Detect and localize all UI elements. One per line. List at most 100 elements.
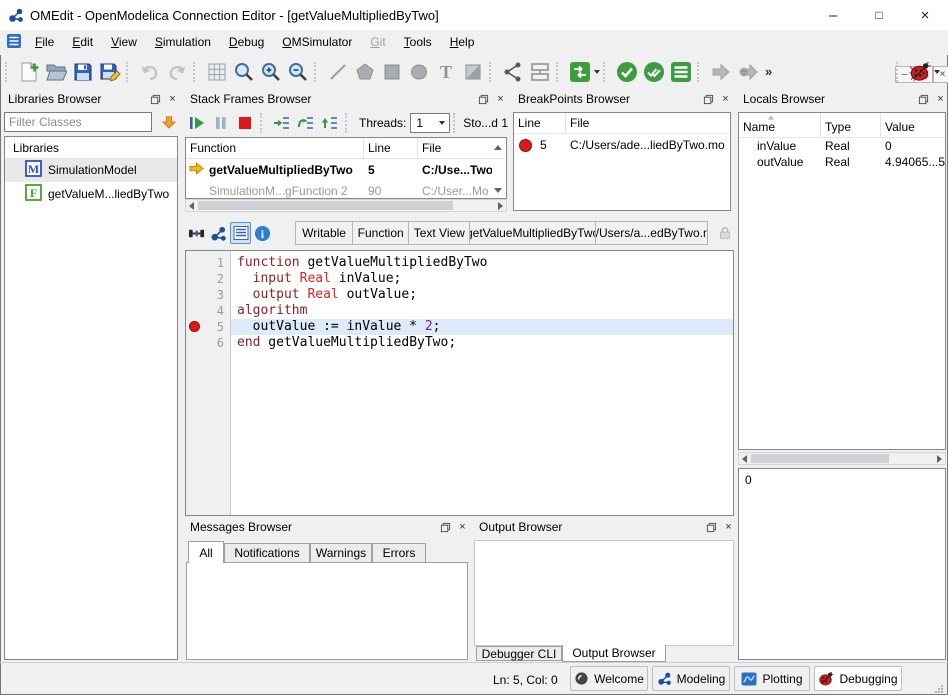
filter-options-icon[interactable] (158, 111, 180, 133)
rectangle-shape-icon[interactable] (378, 58, 405, 85)
toolbar-handle[interactable] (126, 62, 131, 82)
float-panel-icon[interactable] (704, 520, 719, 534)
close-panel-icon[interactable]: × (933, 92, 948, 106)
toolbar-handle[interactable] (5, 62, 10, 82)
scrollbar-thumb[interactable] (751, 454, 889, 463)
column-header-file[interactable]: File (418, 138, 492, 158)
scroll-right-icon[interactable] (498, 202, 503, 210)
icon-view-button[interactable] (186, 222, 208, 244)
float-panel-icon[interactable] (916, 92, 931, 106)
menu-debug[interactable]: Debug (220, 30, 273, 55)
tab-debugger-cli[interactable]: Debugger CLI (476, 646, 562, 661)
float-panel-icon[interactable] (438, 520, 453, 534)
zoom-out-button[interactable] (284, 58, 311, 85)
line-shape-icon[interactable] (324, 58, 351, 85)
interrupt-button[interactable] (209, 111, 233, 135)
close-panel-icon[interactable]: × (165, 92, 180, 106)
text-view-button[interactable] (230, 222, 252, 244)
instantiate-model-button[interactable] (667, 58, 694, 85)
close-panel-icon[interactable]: × (455, 520, 470, 534)
menu-edit[interactable]: Edit (63, 30, 102, 55)
tab-notifications[interactable]: Notifications (224, 543, 310, 563)
filter-classes-input[interactable] (4, 112, 152, 132)
threads-stopped-button[interactable]: Sto...d 1 (463, 116, 508, 130)
menu-git[interactable]: Git (361, 30, 394, 55)
float-panel-icon[interactable] (476, 92, 491, 106)
editor-gutter[interactable]: 1 2 3 4 5 6 (186, 251, 231, 515)
toolbar-handle[interactable] (603, 62, 608, 82)
tab-warnings[interactable]: Warnings (310, 543, 372, 563)
redo-icon[interactable] (163, 58, 190, 85)
perspective-debugging[interactable]: Debugging (814, 666, 902, 691)
code-editor[interactable]: 1 2 3 4 5 6 function getValueMultipliedB… (185, 250, 734, 516)
close-panel-icon[interactable]: × (718, 92, 733, 106)
step-over-button[interactable] (294, 111, 318, 135)
check-model-button[interactable] (613, 58, 640, 85)
column-header-value[interactable]: Value (881, 113, 946, 137)
toolbar-handle[interactable] (556, 62, 561, 82)
open-file-button[interactable] (42, 58, 69, 85)
resume-button[interactable] (185, 111, 209, 135)
close-panel-icon[interactable]: × (493, 92, 508, 106)
new-model-button[interactable] (15, 58, 42, 85)
menu-omsimulator[interactable]: OMSimulator (273, 30, 361, 55)
local-variable-row[interactable]: outValue Real 4.94065...5 (739, 154, 945, 170)
scroll-up-icon[interactable] (494, 145, 502, 150)
simulation-setup-button[interactable] (566, 58, 593, 85)
save-button[interactable] (69, 58, 96, 85)
stack-frame-row[interactable]: SimulationM...gFunction 2 90 C:/User...M… (186, 181, 506, 199)
scrollbar-thumb[interactable] (198, 201, 453, 210)
locals-table[interactable]: Name Type Value inValue Real 0 outValue … (738, 112, 946, 450)
perspective-welcome[interactable]: Welcome (570, 666, 648, 691)
stop-button[interactable] (233, 111, 257, 135)
messages-content[interactable] (186, 562, 468, 660)
undo-icon[interactable] (136, 58, 163, 85)
grid-icon[interactable] (203, 58, 230, 85)
save-as-button[interactable] (96, 58, 123, 85)
output-content[interactable] (474, 540, 734, 646)
toolbar-handle[interactable] (314, 62, 319, 82)
text-shape-icon[interactable]: T (432, 58, 459, 85)
horizontal-scrollbar[interactable] (185, 199, 507, 212)
connect-mode-icon[interactable] (499, 58, 526, 85)
library-item-simulationmodel[interactable]: M SimulationModel (5, 158, 177, 182)
column-header-line[interactable]: Line (514, 113, 566, 133)
stack-frames-table[interactable]: Function Line File getValueMultipliedByT… (185, 137, 507, 199)
resize-grip[interactable] (934, 683, 944, 695)
check-all-models-button[interactable] (640, 58, 667, 85)
variable-value-viewer[interactable]: 0 (738, 468, 946, 660)
close-panel-icon[interactable]: × (721, 520, 736, 534)
code-area[interactable]: function getValueMultipliedByTwo input R… (231, 251, 733, 515)
toolbar-handle[interactable] (345, 113, 350, 133)
column-header-line[interactable]: Line (364, 138, 418, 158)
menu-simulation[interactable]: Simulation (146, 30, 220, 55)
minimize-button[interactable]: – (810, 0, 856, 30)
menu-file[interactable]: File (26, 30, 63, 55)
stack-frame-row-current[interactable]: getValueMultipliedByTwo 5 C:/Use...Two (186, 159, 506, 181)
column-header-function[interactable]: Function (186, 138, 364, 158)
toolbar-handle[interactable] (896, 62, 901, 82)
step-into-button[interactable] (270, 111, 294, 135)
toolbar-handle[interactable] (697, 62, 702, 82)
debug-ladybug-button[interactable] (906, 58, 933, 85)
toolbar-handle[interactable] (260, 113, 265, 133)
column-header-file[interactable]: File (566, 113, 731, 133)
horizontal-scrollbar[interactable] (738, 452, 946, 465)
scroll-right-icon[interactable] (937, 455, 942, 463)
maximize-button[interactable]: □ (856, 0, 902, 30)
writable-button[interactable]: Writable (295, 221, 353, 245)
library-item-getvalue[interactable]: F getValueM...liedByTwo (5, 182, 177, 206)
column-header-type[interactable]: Type (821, 113, 881, 137)
simulation-setup-dropdown-icon[interactable] (594, 70, 600, 74)
simulate-button[interactable] (707, 58, 734, 85)
breakpoint-marker-icon[interactable] (189, 321, 200, 332)
perspective-plotting[interactable]: Plotting (734, 666, 810, 691)
scroll-left-icon[interactable] (189, 202, 194, 210)
local-variable-row[interactable]: inValue Real 0 (739, 138, 945, 154)
float-panel-icon[interactable] (701, 92, 716, 106)
ellipse-shape-icon[interactable] (405, 58, 432, 85)
menu-tools[interactable]: Tools (395, 30, 441, 55)
menu-help[interactable]: Help (441, 30, 484, 55)
debug-dropdown-icon[interactable] (934, 70, 940, 74)
documentation-info-button[interactable]: i (251, 222, 273, 244)
